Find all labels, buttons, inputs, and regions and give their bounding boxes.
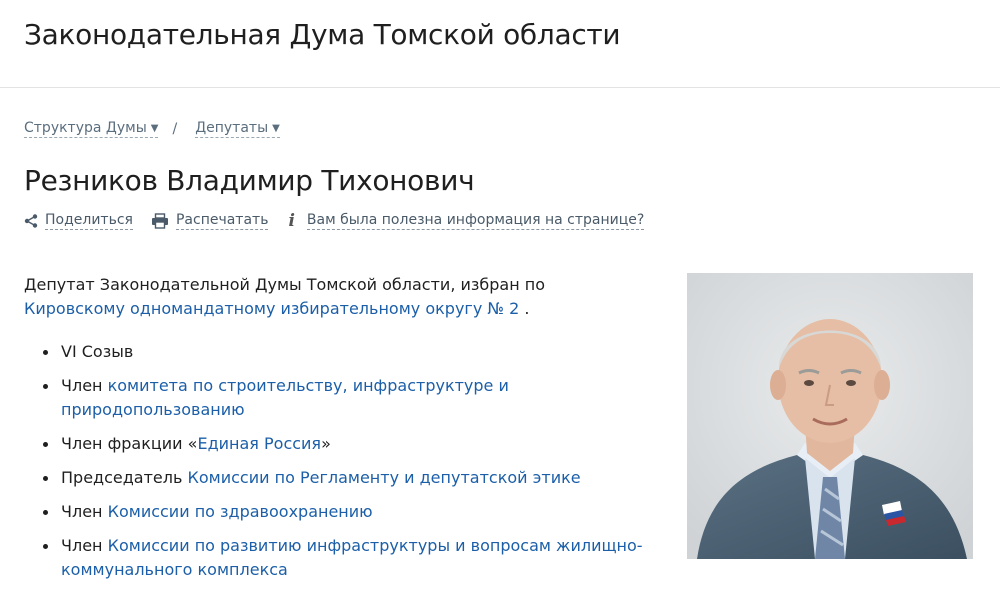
membership-prefix: Член (61, 502, 108, 521)
info-icon: i (288, 211, 295, 231)
membership-prefix: Член фракции « (61, 434, 198, 453)
membership-list: VI Созыв Член комитета по строительству,… (24, 340, 644, 592)
print-button[interactable]: Распечатать (151, 212, 269, 230)
commission-regulations-link[interactable]: Комиссии по Регламенту и депутатской эти… (188, 468, 581, 487)
feedback-label: Вам была полезна информация на странице? (306, 212, 645, 230)
list-item: Председатель Комиссии по Регламенту и де… (24, 466, 644, 490)
caret-down-icon: ▼ (150, 123, 159, 134)
list-item: Член фракции «Единая Россия» (24, 432, 644, 456)
breadcrumb-separator: / (172, 121, 178, 137)
faction-link[interactable]: Единая Россия (197, 434, 321, 453)
commission-healthcare-link[interactable]: Комиссии по здравоохранению (108, 502, 373, 521)
site-header: Законодательная Дума Томской области (0, 0, 1000, 88)
breadcrumb-label: Структура Думы (24, 120, 147, 136)
breadcrumb-item-deputies[interactable]: Депутаты ▼ (195, 120, 280, 138)
feedback-button[interactable]: i Вам была полезна информация на страниц… (286, 211, 645, 231)
intro-text: Депутат Законодательной Думы Томской обл… (24, 275, 546, 294)
membership-prefix: Член (61, 536, 108, 555)
print-label: Распечатать (175, 212, 269, 230)
share-button[interactable]: Поделиться (24, 212, 133, 230)
district-link[interactable]: Кировскому одномандатному избирательному… (24, 299, 519, 318)
list-item: VI Созыв (24, 340, 644, 364)
membership-prefix: Председатель (61, 468, 188, 487)
membership-prefix: VI Созыв (61, 342, 134, 361)
breadcrumb: Структура Думы ▼ / Депутаты ▼ (24, 120, 280, 138)
page-title: Резников Владимир Тихонович (24, 164, 475, 197)
share-icon (24, 214, 38, 228)
site-title[interactable]: Законодательная Дума Томской области (24, 18, 621, 51)
share-label: Поделиться (45, 212, 133, 230)
breadcrumb-label: Депутаты (195, 120, 269, 136)
page-actions: Поделиться Распечатать i Вам была полезн… (24, 211, 662, 231)
list-item: Член Комиссии по развитию инфраструктуры… (24, 534, 644, 582)
list-item: Член Комиссии по здравоохранению (24, 500, 644, 524)
membership-prefix: Член (61, 376, 108, 395)
breadcrumb-item-structure[interactable]: Структура Думы ▼ (24, 120, 159, 138)
portrait-illustration (687, 273, 973, 559)
list-item: Член комитета по строительству, инфрастр… (24, 374, 644, 422)
deputy-intro: Депутат Законодательной Думы Томской обл… (24, 273, 644, 321)
intro-suffix: . (519, 299, 530, 318)
commission-infrastructure-link[interactable]: Комиссии по развитию инфраструктуры и во… (61, 536, 643, 579)
committee-construction-link[interactable]: комитета по строительству, инфраструктур… (61, 376, 509, 419)
membership-suffix: » (321, 434, 331, 453)
caret-down-icon: ▼ (272, 123, 280, 134)
deputy-photo (687, 273, 973, 559)
printer-icon (151, 213, 168, 229)
